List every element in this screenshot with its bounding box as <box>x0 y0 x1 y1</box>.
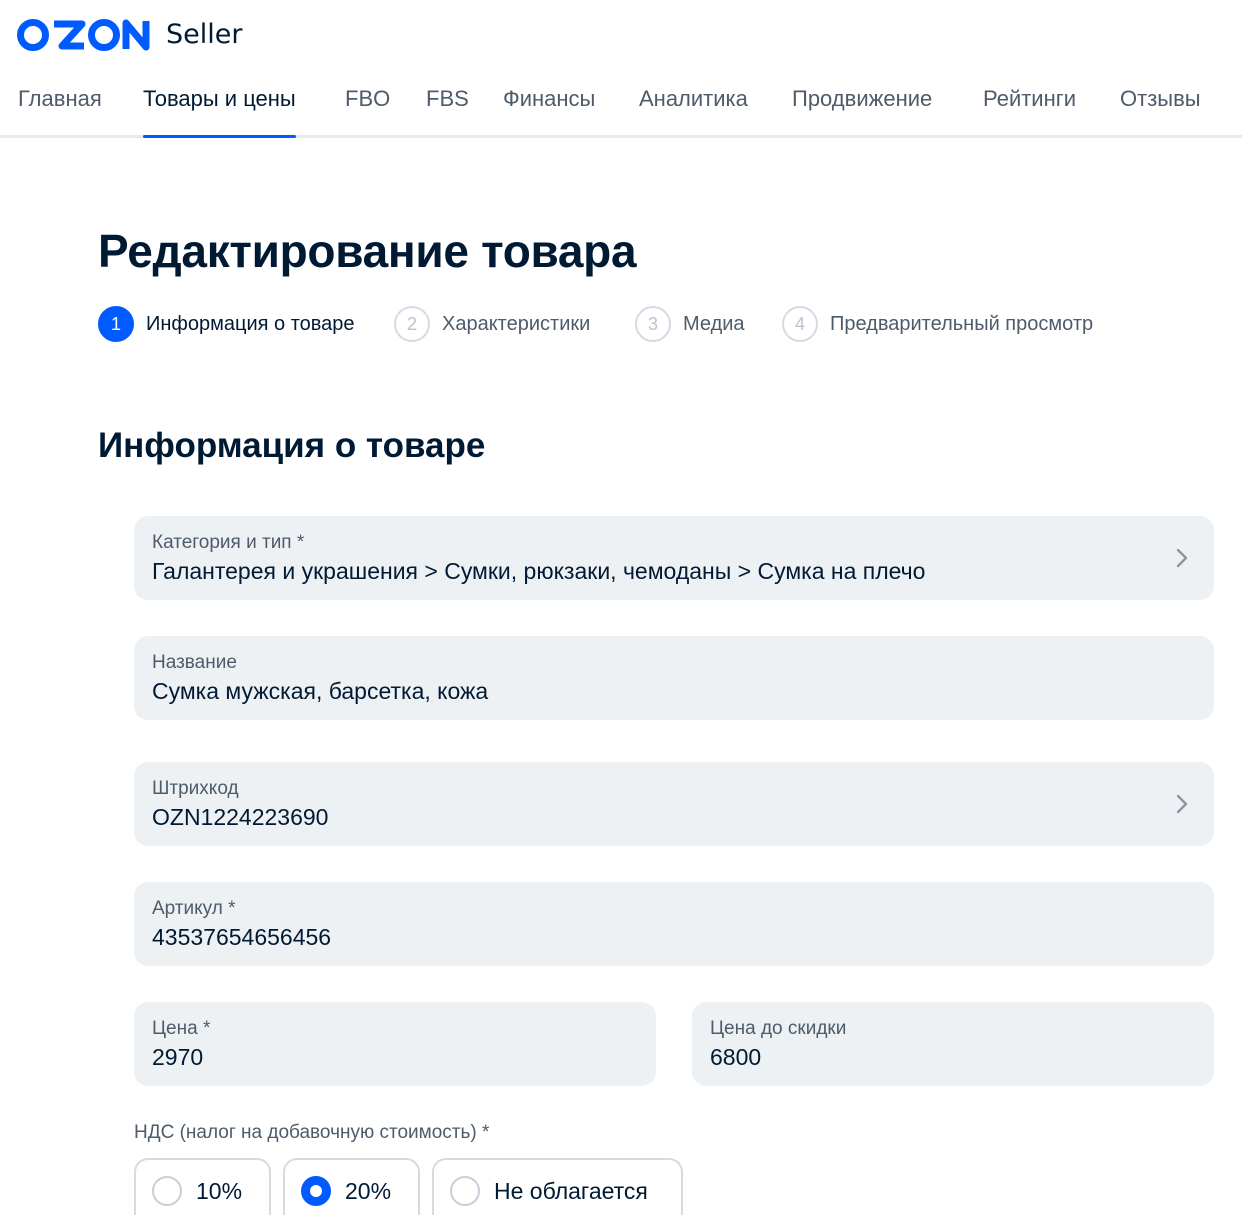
price-value: 2970 <box>152 1044 204 1070</box>
old-price-value: 6800 <box>710 1044 762 1070</box>
barcode-label: Штрихкод <box>152 778 239 799</box>
radio-unchecked-icon <box>450 1176 480 1206</box>
page-title: Редактирование товара <box>98 225 637 277</box>
chevron-right-icon <box>1176 548 1188 568</box>
step-number: 4 <box>782 306 818 342</box>
nav-item-ratings[interactable]: Рейтинги <box>983 86 1076 136</box>
vat-option-20[interactable]: 20% <box>283 1158 420 1215</box>
category-label: Категория и тип * <box>152 532 305 553</box>
product-name-label: Название <box>152 652 237 673</box>
barcode-value: OZN1224223690 <box>152 804 329 830</box>
step-label: Информация о товаре <box>146 312 355 335</box>
step-product-info[interactable]: 1 Информация о товаре <box>98 306 355 342</box>
nav-item-analytics[interactable]: Аналитика <box>639 86 748 136</box>
category-value: Галантерея и украшения > Сумки, рюкзаки,… <box>152 558 926 584</box>
vat-label: НДС (налог на добавочную стоимость) * <box>134 1122 490 1143</box>
step-number: 3 <box>635 306 671 342</box>
barcode-field[interactable]: Штрихкод OZN1224223690 <box>134 762 1214 846</box>
vat-option-label: 10% <box>196 1178 243 1204</box>
nav-item-products-prices[interactable]: Товары и цены <box>143 86 296 138</box>
category-field[interactable]: Категория и тип * Галантерея и украшения… <box>134 516 1214 600</box>
step-characteristics[interactable]: 2 Характеристики <box>394 306 590 342</box>
article-field[interactable]: Артикул * 43537654656456 <box>134 882 1214 966</box>
price-label: Цена * <box>152 1018 211 1039</box>
nav-item-promotion[interactable]: Продвижение <box>792 86 932 136</box>
radio-checked-icon <box>301 1176 331 1206</box>
step-label: Предварительный просмотр <box>830 312 1094 335</box>
product-name-field[interactable]: Название Сумка мужская, барсетка, кожа <box>134 636 1214 720</box>
product-name-value: Сумка мужская, барсетка, кожа <box>152 678 489 704</box>
nav-item-main[interactable]: Главная <box>18 86 102 136</box>
nav-item-reviews[interactable]: Отзывы <box>1120 86 1201 136</box>
old-price-label: Цена до скидки <box>710 1018 847 1039</box>
step-label: Характеристики <box>442 312 591 335</box>
ozon-logo-icon <box>17 19 150 51</box>
seller-label: Seller <box>166 19 243 50</box>
nav-item-fbs[interactable]: FBS <box>426 86 469 136</box>
vat-option-label: 20% <box>345 1178 392 1204</box>
top-header: Seller Главная Товары и цены FBO FBS Фин… <box>0 0 1242 138</box>
chevron-right-icon <box>1176 794 1188 814</box>
step-number: 2 <box>394 306 430 342</box>
article-value: 43537654656456 <box>152 924 332 950</box>
section-title: Информация о товаре <box>98 426 486 465</box>
nav-item-fbo[interactable]: FBO <box>345 86 390 136</box>
step-preview[interactable]: 4 Предварительный просмотр <box>782 306 1093 342</box>
vat-option-label: Не облагается <box>494 1178 648 1204</box>
vat-option-10[interactable]: 10% <box>134 1158 271 1215</box>
old-price-field[interactable]: Цена до скидки 6800 <box>692 1002 1214 1086</box>
price-field[interactable]: Цена * 2970 <box>134 1002 656 1086</box>
ozon-seller-logo[interactable]: Seller <box>16 12 242 52</box>
radio-unchecked-icon <box>152 1176 182 1206</box>
nav-item-finance[interactable]: Финансы <box>503 86 595 136</box>
step-label: Медиа <box>683 312 745 335</box>
step-media[interactable]: 3 Медиа <box>635 306 745 342</box>
vat-option-none[interactable]: Не облагается <box>432 1158 683 1215</box>
step-number: 1 <box>98 306 134 342</box>
article-label: Артикул * <box>152 898 236 919</box>
